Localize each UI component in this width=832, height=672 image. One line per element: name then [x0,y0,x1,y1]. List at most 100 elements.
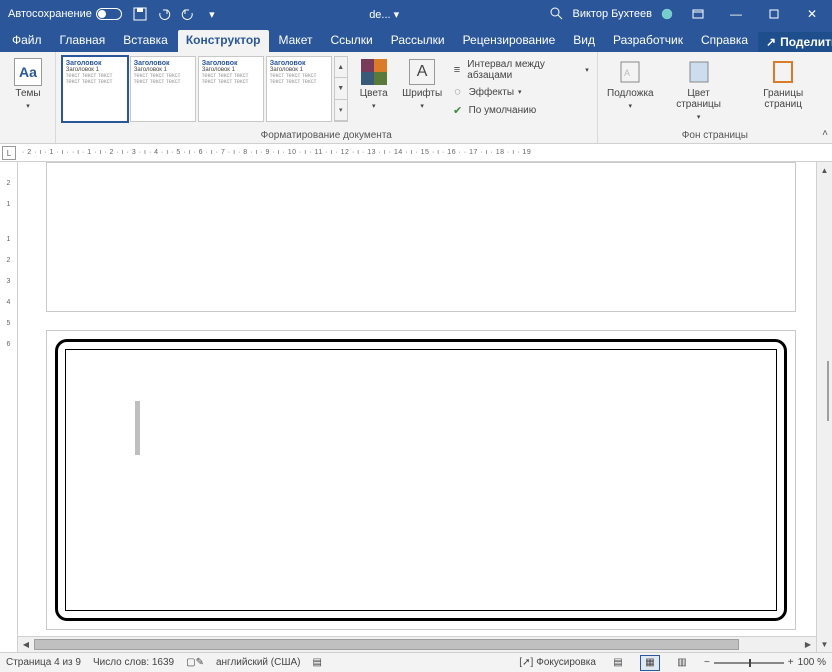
page-borders-icon [769,58,797,86]
tab-developer[interactable]: Разработчик [605,30,691,52]
autosave-label: Автосохранение [8,8,92,20]
gallery-item[interactable]: ЗаголовокЗаголовок 1текст текст текст те… [266,56,332,122]
tab-view[interactable]: Вид [565,30,603,52]
check-icon: ✔ [451,103,465,117]
title-bar: Автосохранение ▾ de... ▾ Виктор Бухтеев … [0,0,832,28]
themes-icon: Aa [14,58,42,86]
tab-insert[interactable]: Вставка [115,30,176,52]
page-previous[interactable] [46,162,796,312]
group-label-formatting: Форматирование документа [62,128,591,141]
page-color-label: Цвет страницы [665,88,733,110]
chevron-down-icon: ▾ [585,66,589,74]
fonts-button[interactable]: A Шрифты ▾ [400,56,445,114]
set-default-button[interactable]: ✔По умолчанию [449,102,591,118]
macro-icon[interactable]: ▤ [313,657,322,668]
focus-icon: [➚] [519,657,533,668]
autosave-toggle[interactable]: Автосохранение [8,8,122,20]
spellcheck-icon[interactable]: ▢✎ [186,657,204,668]
save-icon[interactable] [132,6,148,22]
gallery-item[interactable]: ЗаголовокЗаголовок 1текст текст текст те… [62,56,128,122]
themes-button[interactable]: Aa Темы ▾ [6,56,50,114]
qat-dropdown-icon[interactable]: ▾ [204,6,220,22]
text-cursor [135,401,140,455]
chevron-down-icon: ▾ [26,101,30,112]
tab-layout[interactable]: Макет [271,30,321,52]
tab-help[interactable]: Справка [693,30,756,52]
svg-text:A: A [624,68,630,78]
switch-icon [96,8,122,20]
zoom-slider[interactable] [714,662,784,664]
title-right: Виктор Бухтеев — ✕ [573,0,828,28]
style-gallery[interactable]: ЗаголовокЗаголовок 1текст текст текст те… [62,56,348,122]
status-page[interactable]: Страница 4 из 9 [6,657,81,668]
zoom-control[interactable]: − + 100 % [704,657,826,668]
tab-review[interactable]: Рецензирование [455,30,564,52]
print-layout-icon[interactable]: ▦ [640,655,660,671]
scroll-track-h[interactable] [34,637,800,652]
status-language[interactable]: английский (США) [216,657,301,668]
formatting-stack: ≡Интервал между абзацами▾ ◌Эффекты▾ ✔По … [449,56,591,118]
scroll-down-icon[interactable]: ▼ [817,636,832,652]
ruler-horizontal[interactable]: L · 2 · ı · 1 · ı · · ı · 1 · ı · 2 · ı … [0,144,832,162]
chevron-down-icon: ▾ [372,101,376,112]
fonts-label: Шрифты [402,88,442,99]
close-button[interactable]: ✕ [796,0,828,28]
redo-icon[interactable] [180,6,196,22]
document-title: de... ▾ [220,8,549,21]
zoom-out-icon[interactable]: − [704,657,710,668]
ruler-scale: · 2 · ı · 1 · ı · · ı · 1 · ı · 2 · ı · … [22,149,531,156]
page-borders-button[interactable]: Границы страниц [740,56,826,112]
undo-icon[interactable] [156,6,172,22]
web-layout-icon[interactable]: ▥ [672,655,692,671]
group-label-background: Фон страницы [604,128,826,141]
page-current[interactable] [46,330,796,630]
gallery-up-icon[interactable]: ▲ [335,57,347,78]
read-mode-icon[interactable]: ▤ [608,655,628,671]
maximize-button[interactable] [758,0,790,28]
share-button[interactable]: ↗ Поделиться [758,32,832,52]
watermark-label: Подложка [607,88,654,99]
gallery-item[interactable]: ЗаголовокЗаголовок 1текст текст текст те… [198,56,264,122]
status-words[interactable]: Число слов: 1639 [93,657,174,668]
colors-label: Цвета [360,88,388,99]
watermark-button[interactable]: A Подложка ▾ [604,56,657,114]
paragraph-spacing-button[interactable]: ≡Интервал между абзацами▾ [449,58,591,82]
search-icon[interactable] [549,6,563,23]
effects-button[interactable]: ◌Эффекты▾ [449,84,591,100]
scrollbar-horizontal[interactable]: ◀ ▶ [18,636,816,652]
tab-selector-icon[interactable]: L [2,146,16,160]
gallery-down-icon[interactable]: ▼ [335,78,347,99]
tab-home[interactable]: Главная [52,30,114,52]
avatar-icon[interactable] [658,5,676,23]
ruler-vertical[interactable]: 2 1 1 2 3 4 5 6 [0,162,18,652]
gallery-item[interactable]: ЗаголовокЗаголовок 1текст текст текст те… [130,56,196,122]
tab-references[interactable]: Ссылки [322,30,380,52]
group-document-formatting: ЗаголовокЗаголовок 1текст текст текст те… [56,52,598,143]
collapse-ribbon-icon[interactable]: ˄ [822,128,828,139]
scroll-thumb-h[interactable] [34,639,739,650]
gallery-more-icon[interactable]: ▾ [335,100,347,121]
scroll-up-icon[interactable]: ▲ [817,162,832,178]
scroll-right-icon[interactable]: ▶ [800,637,816,652]
scrollbar-vertical[interactable]: ▲ ▼ [816,162,832,652]
user-name: Виктор Бухтеев [573,8,652,20]
fonts-icon: A [409,59,435,85]
colors-button[interactable]: Цвета ▾ [352,56,396,114]
tab-design[interactable]: Конструктор [178,30,269,52]
focus-mode-button[interactable]: [➚]Фокусировка [519,657,596,668]
zoom-in-icon[interactable]: + [788,657,794,668]
ribbon-display-icon[interactable] [682,0,714,28]
scroll-thumb[interactable] [827,361,829,421]
group-themes: Aa Темы ▾ [0,52,56,143]
tab-mailings[interactable]: Рассылки [383,30,453,52]
zoom-value[interactable]: 100 % [798,657,826,668]
page-color-button[interactable]: Цвет страницы ▾ [661,56,737,125]
tab-file[interactable]: Файл [4,30,50,52]
scroll-left-icon[interactable]: ◀ [18,637,34,652]
group-page-background: A Подложка ▾ Цвет страницы ▾ Границы стр… [598,52,832,143]
status-bar: Страница 4 из 9 Число слов: 1639 ▢✎ англ… [0,652,832,672]
gallery-scroll: ▲ ▼ ▾ [334,56,348,122]
page-canvas[interactable] [18,162,832,652]
minimize-button[interactable]: — [720,0,752,28]
spacing-label: Интервал между абзацами [467,59,581,81]
